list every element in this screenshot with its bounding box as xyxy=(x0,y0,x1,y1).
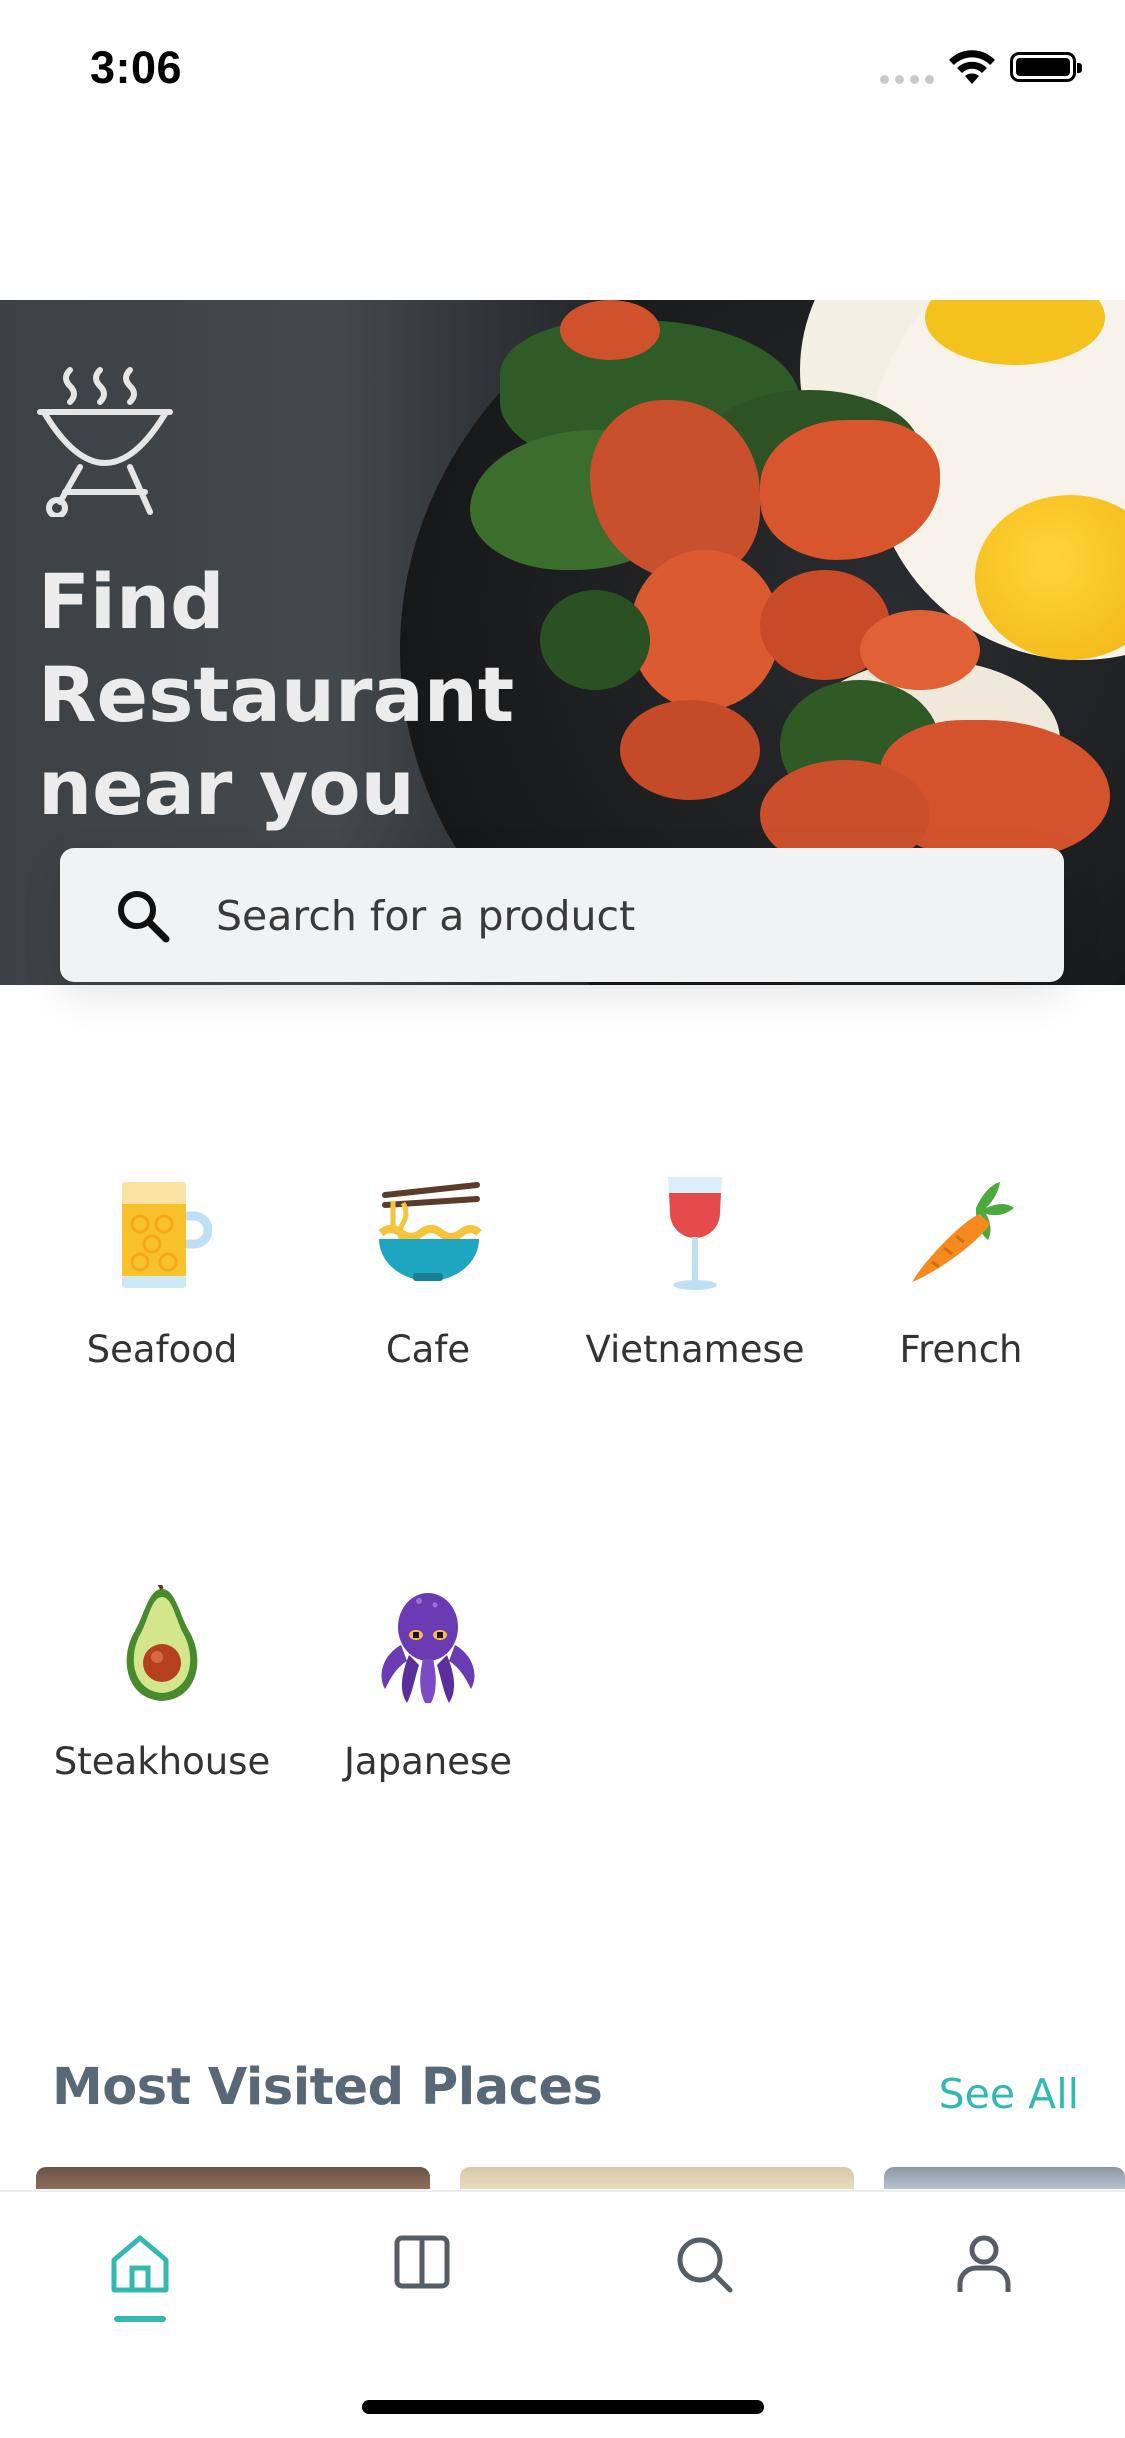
search-placeholder: Search for a product xyxy=(216,892,636,940)
grill-icon xyxy=(37,367,173,517)
home-indicator xyxy=(362,2400,764,2414)
hero-title: Find Restaurant near you xyxy=(38,555,514,834)
section-title: Most Visited Places xyxy=(52,2058,603,2117)
see-all-link[interactable]: See All xyxy=(939,2070,1079,2118)
tab-book[interactable] xyxy=(382,2232,462,2312)
active-tab-indicator xyxy=(114,2316,166,2322)
wifi-icon xyxy=(949,50,995,84)
tab-home[interactable] xyxy=(100,2232,180,2312)
category-seafood[interactable]: Seafood xyxy=(32,1168,292,1371)
home-icon xyxy=(111,2235,169,2293)
category-label: Seafood xyxy=(86,1328,238,1371)
tab-search[interactable] xyxy=(664,2232,744,2312)
hero-title-line: Restaurant xyxy=(38,650,515,739)
carrot-icon xyxy=(912,1182,1014,1282)
cellular-signal-icon xyxy=(880,75,934,84)
category-cafe[interactable]: Cafe xyxy=(298,1168,558,1371)
wine-glass-icon xyxy=(668,1177,722,1290)
category-steakhouse[interactable]: Steakhouse xyxy=(32,1580,292,1783)
avocado-icon xyxy=(126,1585,198,1701)
category-label: Cafe xyxy=(385,1328,471,1371)
place-card[interactable] xyxy=(884,2167,1125,2189)
tab-bar xyxy=(0,2190,1125,2438)
search-icon xyxy=(677,2237,733,2293)
hero-title-line: near you xyxy=(38,743,415,832)
user-icon xyxy=(957,2235,1011,2292)
category-japanese[interactable]: Japanese xyxy=(298,1580,558,1783)
battery-icon xyxy=(1010,52,1082,82)
status-bar: 3:06 xyxy=(0,0,1125,140)
category-label: Vietnamese xyxy=(585,1328,805,1371)
noodle-bowl-icon xyxy=(378,1181,482,1281)
search-icon xyxy=(118,891,170,943)
category-label: Steakhouse xyxy=(53,1740,271,1783)
book-icon xyxy=(394,2235,450,2289)
place-card[interactable] xyxy=(460,2167,854,2189)
category-french[interactable]: French xyxy=(831,1168,1091,1371)
beer-mug-icon xyxy=(122,1181,212,1288)
status-time: 3:06 xyxy=(90,42,183,93)
hero-title-line: Find xyxy=(38,557,225,646)
category-vietnamese[interactable]: Vietnamese xyxy=(565,1168,825,1371)
search-bar[interactable]: Search for a product xyxy=(60,848,1064,982)
category-label: French xyxy=(899,1328,1023,1371)
category-label: Japanese xyxy=(344,1740,512,1783)
octopus-icon xyxy=(381,1593,475,1703)
place-card[interactable] xyxy=(36,2167,430,2189)
tab-profile[interactable] xyxy=(944,2232,1024,2312)
